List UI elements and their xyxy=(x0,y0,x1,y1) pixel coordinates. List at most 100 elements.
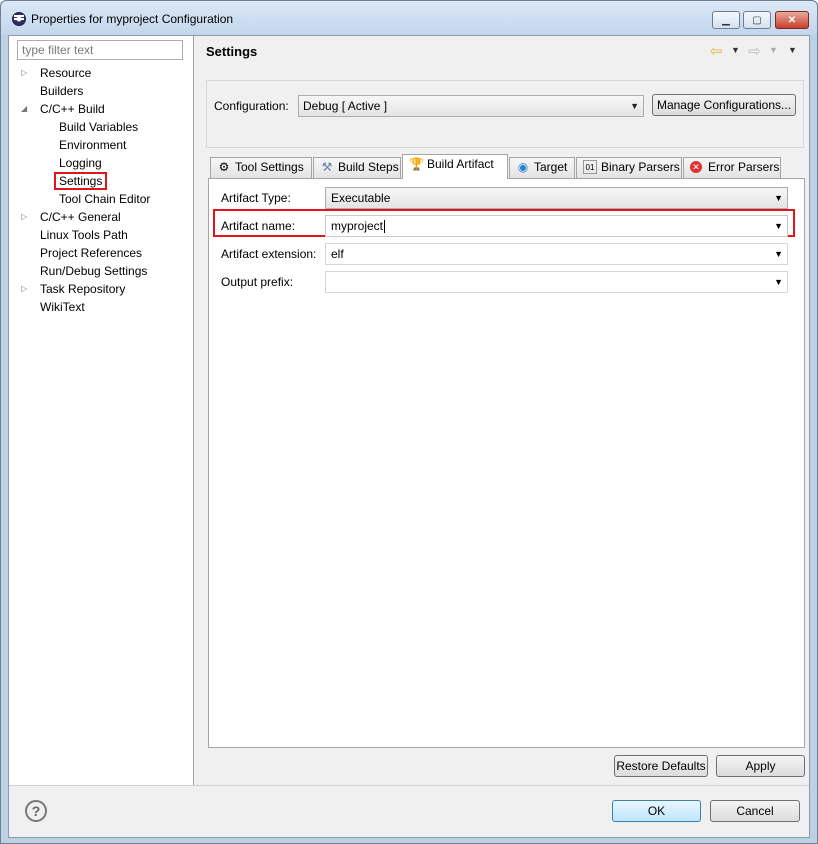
settings-tabs: ⚙ Tool Settings ⚒ Build Steps 🏆 Build Ar… xyxy=(208,154,798,179)
configuration-group: Configuration: Debug [ Active ] ▼ Manage… xyxy=(206,80,804,148)
tree-item-label: Build Variables xyxy=(59,120,139,134)
title-bar: Properties for myproject Configuration ▁… xyxy=(1,1,817,35)
tab-tool-settings[interactable]: ⚙ Tool Settings xyxy=(210,157,312,178)
settings-page: Settings ⇦ ▼ ⇨ ▼ ▼ Configuration: Debug … xyxy=(195,36,809,785)
forward-dropdown-icon[interactable]: ▼ xyxy=(769,45,778,55)
tree-item-environment[interactable]: Environment xyxy=(59,136,126,154)
back-arrow-icon[interactable]: ⇦ xyxy=(710,42,723,60)
properties-dialog: Properties for myproject Configuration ▁… xyxy=(0,0,818,844)
tree-item-build-variables[interactable]: Build Variables xyxy=(59,118,138,136)
tree-item-run-debug-settings[interactable]: Run/Debug Settings xyxy=(21,262,147,280)
page-title: Settings xyxy=(206,44,258,59)
output-prefix-combo[interactable]: ▼ xyxy=(325,271,788,293)
maximize-button[interactable]: ▢ xyxy=(743,11,771,29)
close-icon: ✕ xyxy=(787,14,797,26)
artifact-type-value: Executable xyxy=(331,191,391,205)
tree-item-label: Task Repository xyxy=(40,282,126,296)
close-button[interactable]: ✕ xyxy=(775,11,809,29)
tree-item-linux-tools-path[interactable]: Linux Tools Path xyxy=(21,226,128,244)
window-title: Properties for myproject Configuration xyxy=(31,12,234,26)
build-steps-icon: ⚒ xyxy=(321,160,333,174)
tab-label: Error Parsers xyxy=(708,160,780,174)
globe-icon: ◉ xyxy=(517,160,529,174)
tree-item-settings[interactable]: Settings xyxy=(54,172,108,190)
tree-item-cpp-build[interactable]: ◢ C/C++ Build xyxy=(21,100,105,118)
tree-item-label: Logging xyxy=(59,156,102,170)
tree-item-label: Resource xyxy=(40,66,92,80)
minimize-button[interactable]: ▁ xyxy=(712,11,740,29)
maximize-icon: ▢ xyxy=(752,14,762,26)
ok-button[interactable]: OK xyxy=(612,800,701,822)
tool-settings-icon: ⚙ xyxy=(218,160,230,174)
tab-label: Target xyxy=(534,160,568,174)
text-caret xyxy=(384,220,386,234)
expand-arrow-icon[interactable]: ▷ xyxy=(21,208,31,226)
expand-arrow-icon[interactable]: ▷ xyxy=(21,64,31,82)
tree-item-builders[interactable]: Builders xyxy=(21,82,83,100)
tree-item-tool-chain-editor[interactable]: Tool Chain Editor xyxy=(59,190,150,208)
property-tree-panel: ▷ Resource Builders ◢ C/C++ Build Build … xyxy=(9,36,194,785)
expand-arrow-icon[interactable]: ▷ xyxy=(21,280,31,298)
collapse-arrow-icon[interactable]: ◢ xyxy=(21,100,31,118)
help-icon[interactable]: ? xyxy=(25,800,47,822)
tab-label: Build Artifact xyxy=(427,157,494,171)
tree-item-label: Project References xyxy=(40,246,143,260)
tree-item-logging[interactable]: Logging xyxy=(59,154,102,172)
tree-item-label: Tool Chain Editor xyxy=(59,192,151,206)
artifact-name-label: Artifact name: xyxy=(221,219,296,233)
tree-item-label: Linux Tools Path xyxy=(40,228,128,242)
tab-target[interactable]: ◉ Target xyxy=(509,157,575,178)
tab-binary-parsers[interactable]: 01 Binary Parsers xyxy=(576,157,682,178)
manage-configurations-button[interactable]: Manage Configurations... xyxy=(652,94,796,116)
build-artifact-panel: Artifact Type: Executable ▼ Artifact nam… xyxy=(208,178,805,748)
tab-label: Build Steps xyxy=(338,160,399,174)
artifact-name-value: myproject xyxy=(331,219,384,233)
error-icon: ✕ xyxy=(690,161,702,173)
restore-defaults-button[interactable]: Restore Defaults xyxy=(614,755,708,777)
back-dropdown-icon[interactable]: ▼ xyxy=(731,45,740,55)
configuration-label: Configuration: xyxy=(214,99,289,113)
tree-item-task-repository[interactable]: ▷ Task Repository xyxy=(21,280,125,298)
tab-label: Binary Parsers xyxy=(601,160,680,174)
view-menu-icon[interactable]: ▼ xyxy=(788,45,797,55)
tab-build-steps[interactable]: ⚒ Build Steps xyxy=(313,157,401,178)
tree-item-label: Run/Debug Settings xyxy=(40,264,148,278)
chevron-down-icon: ▼ xyxy=(630,101,639,111)
tab-label: Tool Settings xyxy=(235,160,304,174)
minimize-icon: ▁ xyxy=(722,14,730,26)
tab-error-parsers[interactable]: ✕ Error Parsers xyxy=(683,157,781,178)
tree-item-label: Environment xyxy=(59,138,127,152)
tab-build-artifact[interactable]: 🏆 Build Artifact xyxy=(402,154,508,179)
tree-item-label: WikiText xyxy=(40,300,85,314)
tree-item-project-references[interactable]: Project References xyxy=(21,244,142,262)
eclipse-icon xyxy=(12,12,26,26)
tree-item-resource[interactable]: ▷ Resource xyxy=(21,64,91,82)
tree-item-label: C/C++ General xyxy=(40,210,121,224)
artifact-name-combo[interactable]: myproject ▼ xyxy=(325,215,788,237)
chevron-down-icon[interactable]: ▼ xyxy=(774,244,783,264)
chevron-down-icon[interactable]: ▼ xyxy=(774,216,783,236)
trophy-icon: 🏆 xyxy=(409,157,424,171)
tree-item-label: C/C++ Build xyxy=(40,102,105,116)
configuration-select[interactable]: Debug [ Active ] ▼ xyxy=(298,95,644,117)
footer-separator xyxy=(9,785,809,786)
cancel-button[interactable]: Cancel xyxy=(710,800,800,822)
forward-arrow-icon[interactable]: ⇨ xyxy=(748,42,761,60)
artifact-extension-value: elf xyxy=(331,247,344,261)
binary-icon: 01 xyxy=(583,160,597,174)
chevron-down-icon[interactable]: ▼ xyxy=(774,272,783,292)
artifact-extension-label: Artifact extension: xyxy=(221,247,317,261)
artifact-type-label: Artifact Type: xyxy=(221,191,291,205)
artifact-extension-combo[interactable]: elf ▼ xyxy=(325,243,788,265)
apply-button[interactable]: Apply xyxy=(716,755,805,777)
tree-item-label: Settings xyxy=(54,172,108,190)
tree-item-label: Builders xyxy=(40,84,84,98)
tree-item-cpp-general[interactable]: ▷ C/C++ General xyxy=(21,208,121,226)
filter-input[interactable] xyxy=(17,40,183,60)
chevron-down-icon: ▼ xyxy=(774,193,783,203)
artifact-type-select[interactable]: Executable ▼ xyxy=(325,187,788,209)
configuration-value: Debug [ Active ] xyxy=(303,99,388,113)
dialog-client-area: ▷ Resource Builders ◢ C/C++ Build Build … xyxy=(8,35,810,838)
output-prefix-label: Output prefix: xyxy=(221,275,294,289)
tree-item-wikitext[interactable]: WikiText xyxy=(21,298,85,316)
